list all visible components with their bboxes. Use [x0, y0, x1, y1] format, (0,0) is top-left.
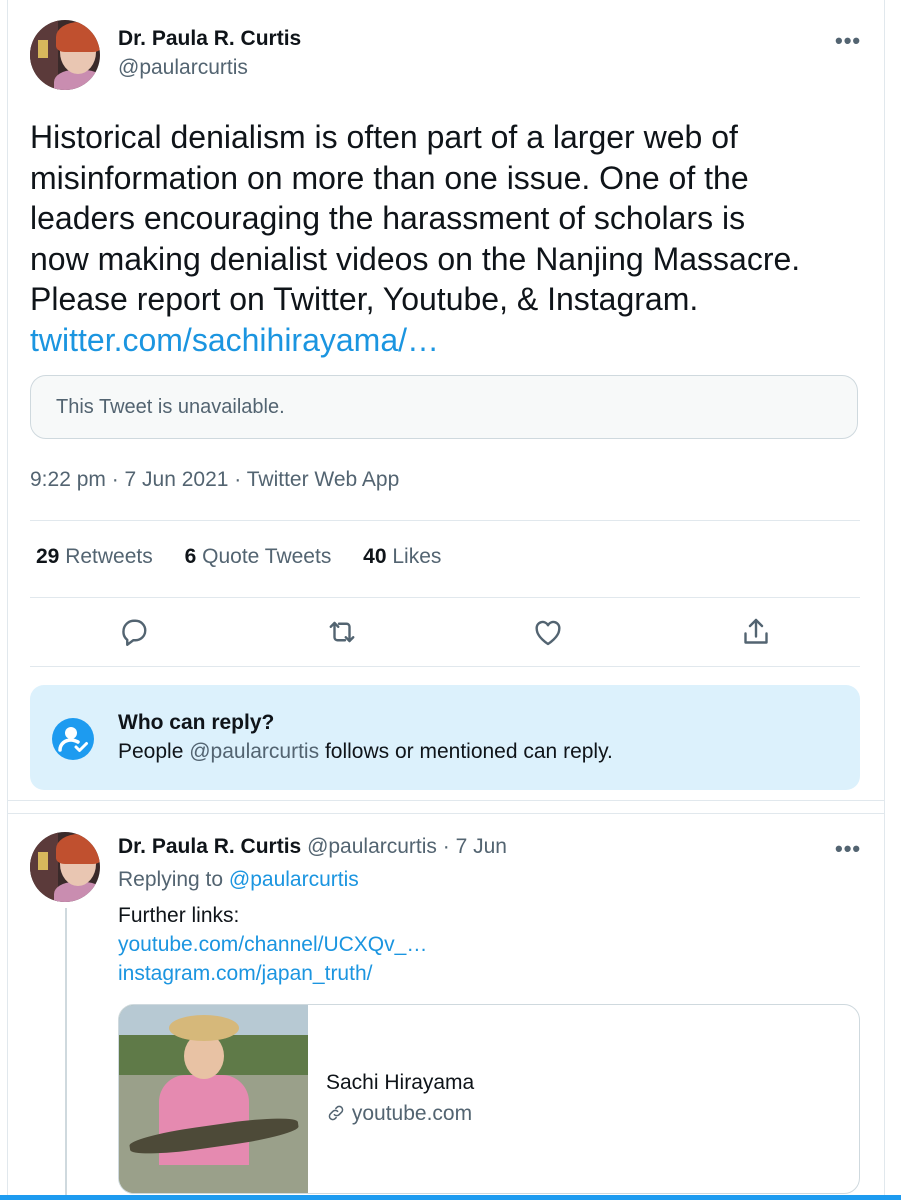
youtube-link[interactable]: youtube.com/channel/UCXQv_… [118, 930, 427, 959]
reply-desc-suffix: follows or mentioned can reply. [319, 740, 613, 763]
reply-author-handle[interactable]: @paularcurtis [307, 835, 437, 858]
unavailable-text: This Tweet is unavailable. [56, 396, 285, 418]
more-horizontal-icon[interactable]: ••• [835, 836, 861, 862]
replying-mention[interactable]: @paularcurtis [229, 868, 359, 891]
likes-label: Likes [392, 545, 442, 568]
tweet-meta[interactable]: 9:22 pm · 7 Jun 2021 · Twitter Web App [30, 468, 399, 492]
tweet-text-line: leaders encouraging the harassment of sc… [30, 200, 746, 236]
divider [30, 666, 860, 667]
share-icon[interactable] [738, 614, 774, 650]
retweets-stat[interactable]: 29 Retweets [36, 545, 153, 569]
tweet-text: Historical denialism is often part of a … [30, 117, 870, 360]
reply-desc-prefix: People [118, 740, 190, 763]
instagram-link[interactable]: instagram.com/japan_truth/ [118, 959, 427, 988]
card-domain-text: youtube.com [351, 1102, 473, 1125]
like-icon[interactable] [530, 614, 566, 650]
avatar[interactable] [30, 20, 100, 90]
thread-separator [8, 800, 884, 814]
author-name[interactable]: Dr. Paula R. Curtis [118, 27, 301, 51]
retweet-icon[interactable] [324, 614, 360, 650]
frame-right-border [884, 0, 885, 1200]
tweet-text-line: now making denialist videos on the Nanji… [30, 240, 801, 277]
likes-count: 40 [363, 545, 387, 568]
card-title: Sachi Hirayama [326, 1071, 475, 1094]
bottom-accent-bar [0, 1195, 901, 1200]
reply-author-name[interactable]: Dr. Paula R. Curtis [118, 835, 301, 858]
reply-header: Dr. Paula R. Curtis @paularcurtis · 7 Ju… [118, 835, 507, 859]
quotes-count: 6 [184, 545, 197, 568]
reply-avatar[interactable] [30, 832, 100, 902]
card-thumbnail [119, 1005, 308, 1193]
reply-text-body: Further links: [118, 904, 240, 927]
divider [30, 597, 860, 598]
replying-prefix: Replying to [118, 868, 229, 891]
tweet-text-line: misinformation on more than one issue. O… [30, 159, 749, 196]
divider [30, 520, 860, 521]
more-horizontal-icon[interactable]: ••• [835, 28, 861, 54]
reply-desc-mention[interactable]: @paularcurtis [189, 740, 319, 763]
who-can-reply-desc: People @paularcurtis follows or mentione… [118, 740, 613, 764]
reply-time[interactable]: · 7 Jun [443, 835, 507, 858]
link-icon [328, 1105, 344, 1121]
tweet-text-line: Historical denialism is often part of a … [30, 119, 738, 155]
quoted-tweet-unavailable: This Tweet is unavailable. [30, 375, 858, 439]
quotes-label: Quote Tweets [202, 545, 332, 568]
author-handle[interactable]: @paularcurtis [118, 56, 248, 80]
link-preview-card[interactable]: Sachi Hirayama youtube.com [118, 1004, 860, 1194]
thread-line [65, 908, 67, 1200]
frame-left-border [7, 0, 8, 1200]
reply-icon[interactable] [116, 614, 152, 650]
likes-stat[interactable]: 40 Likes [363, 545, 441, 569]
who-can-reply-box: Who can reply? People @paularcurtis foll… [30, 685, 860, 790]
tweet-stats: 29 Retweets 6 Quote Tweets 40 Likes [36, 545, 467, 569]
retweets-label: Retweets [65, 545, 153, 568]
tweet-link[interactable]: twitter.com/sachihirayama/… [30, 320, 870, 361]
retweets-count: 29 [36, 545, 60, 568]
who-can-reply-title: Who can reply? [118, 711, 275, 734]
card-domain: youtube.com [326, 1102, 472, 1126]
reply-text: Further links: youtube.com/channel/UCXQv… [118, 901, 427, 988]
quote-tweets-stat[interactable]: 6 Quote Tweets [185, 545, 332, 569]
user-check-icon [52, 718, 94, 760]
replying-to: Replying to @paularcurtis [118, 868, 359, 892]
tweet-text-line: Please report on Twitter, Youtube, & Ins… [30, 281, 699, 317]
